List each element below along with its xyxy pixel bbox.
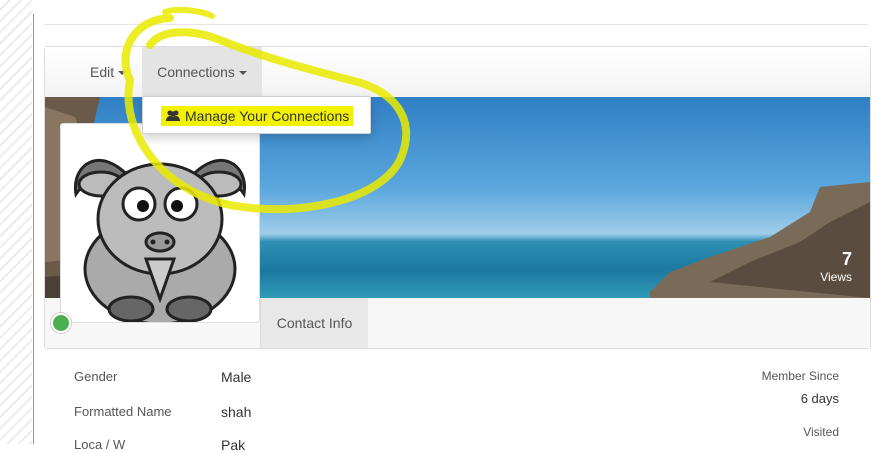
views-label: Views bbox=[820, 270, 852, 284]
connections-dropdown: Manage Your Connections bbox=[142, 96, 371, 134]
field-label-location: Loca / W bbox=[74, 437, 126, 452]
profile-menubar: Edit Connections bbox=[45, 47, 870, 98]
field-label-formatted-name: Formatted Name bbox=[74, 404, 172, 419]
field-label-gender: Gender bbox=[74, 369, 118, 384]
visited-label: Visited bbox=[803, 425, 839, 439]
views-counter: 7 Views bbox=[820, 249, 852, 285]
manage-connections-item[interactable]: Manage Your Connections bbox=[161, 106, 354, 127]
edit-menu-label: Edit bbox=[90, 64, 115, 80]
connections-menu-label: Connections bbox=[157, 64, 235, 80]
goat-avatar-image bbox=[73, 158, 247, 326]
field-value-formatted-name: shah bbox=[221, 404, 252, 420]
caret-down-icon bbox=[118, 71, 127, 76]
field-value-gender: Male bbox=[221, 369, 252, 385]
views-count: 7 bbox=[841, 249, 852, 269]
top-divider bbox=[44, 24, 868, 25]
field-value-location: Pak bbox=[221, 437, 246, 453]
profile-card: Edit Connections 7 Views Contact Info bbox=[44, 46, 871, 349]
tab-contact-info[interactable]: Contact Info bbox=[260, 298, 368, 348]
avatar[interactable] bbox=[60, 123, 260, 326]
connections-menu[interactable]: Connections bbox=[142, 47, 262, 97]
online-status-indicator bbox=[51, 313, 71, 333]
edit-menu[interactable]: Edit bbox=[90, 47, 127, 97]
member-since-value: 6 days bbox=[800, 391, 839, 406]
caret-down-icon bbox=[238, 71, 247, 76]
profile-details: Gender Male Formatted Name shah Loca / W… bbox=[0, 355, 875, 453]
users-icon bbox=[165, 107, 181, 127]
manage-connections-label: Manage Your Connections bbox=[185, 108, 350, 124]
member-since-label: Member Since bbox=[761, 369, 839, 383]
